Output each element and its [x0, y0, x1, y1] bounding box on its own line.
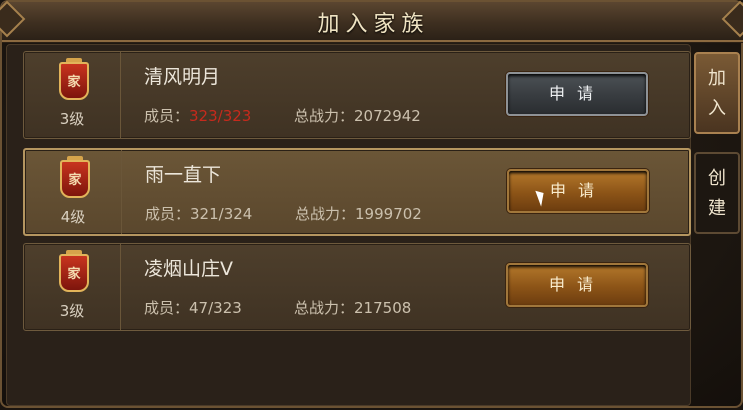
- family-name: 清风明月: [144, 66, 221, 88]
- family-level: 3级: [59, 110, 85, 128]
- family-row[interactable]: 家 4级 雨一直下 成员：321/324 总战力：1999702 申请: [23, 148, 691, 236]
- family-badge-area: 家 3级: [24, 52, 121, 138]
- side-tabs: 加 入 创 建: [692, 44, 743, 410]
- tab-create[interactable]: 创 建: [694, 152, 740, 234]
- tab-create-label: 创 建: [708, 168, 726, 219]
- apply-button[interactable]: 申请: [507, 169, 649, 213]
- apply-button[interactable]: 申请: [506, 263, 648, 307]
- power-value: 217508: [354, 299, 412, 317]
- banner-glyph: 家: [67, 267, 81, 282]
- family-members: 成员：323/323: [144, 105, 251, 126]
- members-label: 成员：: [144, 107, 190, 125]
- family-banner-icon: 家: [56, 58, 92, 104]
- family-row[interactable]: 家 3级 清风明月 成员：323/323 总战力：2072942 申请: [23, 51, 691, 139]
- power-value: 1999702: [355, 205, 422, 223]
- title-bar: 加入家族: [0, 0, 743, 42]
- family-power: 总战力：1999702: [295, 203, 422, 224]
- family-power: 总战力：2072942: [294, 105, 421, 126]
- family-power: 总战力：217508: [294, 297, 411, 318]
- family-badge-area: 家 4级: [25, 150, 122, 234]
- power-label: 总战力：: [294, 107, 355, 125]
- members-label: 成员：: [145, 205, 191, 223]
- apply-button[interactable]: 申请: [506, 72, 648, 116]
- power-value: 2072942: [354, 107, 421, 125]
- family-row[interactable]: 家 3级 凌烟山庄V 成员：47/323 总战力：217508 申请: [23, 243, 691, 331]
- family-level: 4级: [60, 208, 86, 226]
- members-label: 成员：: [144, 299, 190, 317]
- banner-glyph: 家: [67, 75, 81, 90]
- family-name: 雨一直下: [145, 164, 222, 186]
- family-list: 家 3级 清风明月 成员：323/323 总战力：2072942 申请 家 4级…: [6, 44, 691, 406]
- members-value: 323/323: [189, 107, 252, 125]
- power-label: 总战力：: [295, 205, 356, 223]
- window-title: 加入家族: [317, 12, 430, 37]
- family-banner-icon: 家: [56, 250, 92, 296]
- family-level: 3级: [59, 302, 85, 320]
- banner-glyph: 家: [68, 173, 82, 188]
- family-name: 凌烟山庄V: [144, 258, 233, 280]
- tab-join[interactable]: 加 入: [694, 52, 740, 134]
- family-banner-icon: 家: [57, 156, 93, 202]
- members-value: 321/324: [190, 205, 253, 223]
- family-members: 成员：321/324: [145, 203, 252, 224]
- tab-join-label: 加 入: [708, 68, 726, 119]
- members-value: 47/323: [189, 299, 242, 317]
- family-badge-area: 家 3级: [24, 244, 121, 330]
- power-label: 总战力：: [294, 299, 355, 317]
- join-family-window: 加入家族 家 3级 清风明月 成员：323/323 总战力：2072942 申请: [0, 0, 743, 408]
- family-members: 成员：47/323: [144, 297, 242, 318]
